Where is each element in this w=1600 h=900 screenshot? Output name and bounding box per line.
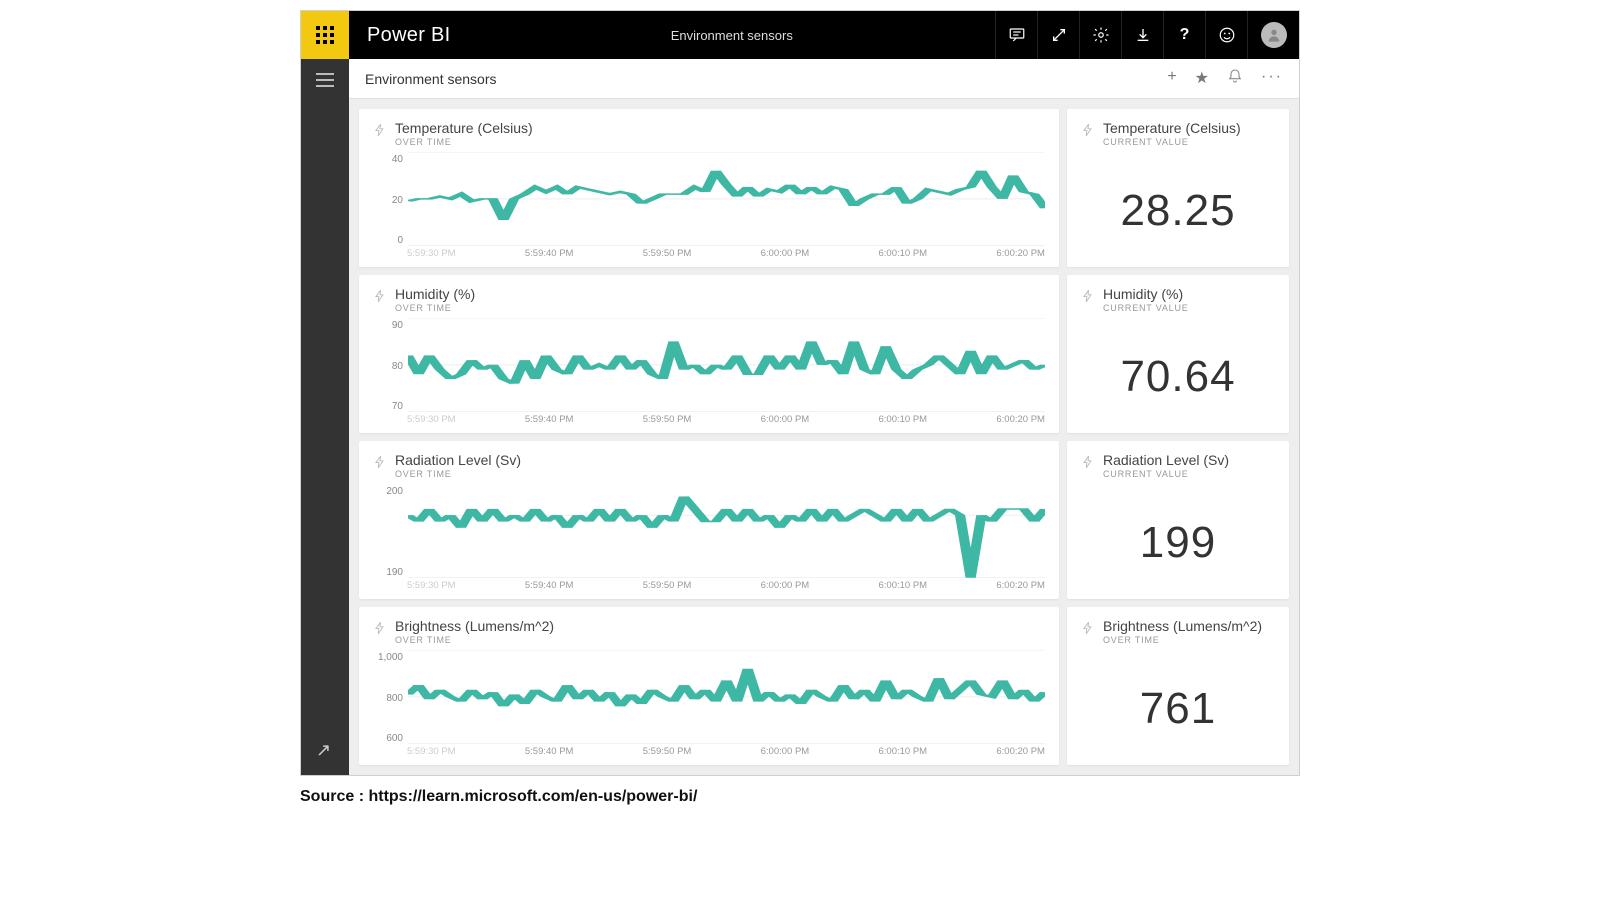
streaming-icon	[373, 621, 387, 638]
tile-title: Temperature (Celsius)	[395, 121, 533, 136]
feedback-button[interactable]	[1205, 11, 1247, 59]
y-axis: 40200	[373, 152, 407, 246]
account-button[interactable]	[1247, 11, 1299, 59]
tile-subtitle: CURRENT VALUE	[1103, 304, 1189, 314]
subscribe-button[interactable]	[1227, 68, 1243, 89]
more-options-button[interactable]: ···	[1261, 68, 1283, 89]
tile-title: Radiation Level (Sv)	[1103, 453, 1229, 468]
radiation-kpi-tile[interactable]: Radiation Level (Sv) CURRENT VALUE 199	[1067, 441, 1289, 599]
document-title: Environment sensors	[469, 11, 995, 59]
plot-area	[407, 318, 1045, 412]
fullscreen-button[interactable]	[1037, 11, 1079, 59]
x-axis: 5:59:30 PM5:59:40 PM5:59:50 PM6:00:00 PM…	[373, 414, 1045, 425]
breadcrumb-bar: Environment sensors + ★ ···	[349, 59, 1299, 99]
radiation-chart-tile[interactable]: Radiation Level (Sv) OVER TIME 200190 5:…	[359, 441, 1059, 599]
tile-subtitle: CURRENT VALUE	[1103, 470, 1229, 480]
tile-subtitle: OVER TIME	[395, 636, 554, 646]
brightness-chart-tile[interactable]: Brightness (Lumens/m^2) OVER TIME 1,0008…	[359, 607, 1059, 765]
share-button[interactable]: ↗	[316, 740, 334, 761]
y-axis: 908070	[373, 318, 407, 412]
x-axis: 5:59:30 PM5:59:40 PM5:59:50 PM6:00:00 PM…	[373, 746, 1045, 757]
streaming-icon	[1081, 123, 1095, 140]
dashboard-row: Radiation Level (Sv) OVER TIME 200190 5:…	[359, 441, 1289, 599]
plot-area	[407, 650, 1045, 744]
tile-title: Brightness (Lumens/m^2)	[395, 619, 554, 634]
streaming-icon	[1081, 289, 1095, 306]
dashboard-row: Temperature (Celsius) OVER TIME 40200 5:…	[359, 109, 1289, 267]
temperature-kpi-tile[interactable]: Temperature (Celsius) CURRENT VALUE 28.2…	[1067, 109, 1289, 267]
comments-button[interactable]	[995, 11, 1037, 59]
streaming-icon	[1081, 621, 1095, 638]
add-tile-button[interactable]: +	[1167, 68, 1176, 89]
x-axis: 5:59:30 PM5:59:40 PM5:59:50 PM6:00:00 PM…	[373, 580, 1045, 591]
streaming-icon	[373, 455, 387, 472]
dashboard-grid: Temperature (Celsius) OVER TIME 40200 5:…	[349, 99, 1299, 775]
app-window: Power BI Environment sensors ?	[300, 10, 1300, 776]
breadcrumb-actions: + ★ ···	[1167, 68, 1283, 89]
favorite-button[interactable]: ★	[1195, 68, 1209, 89]
breadcrumb-title: Environment sensors	[365, 71, 497, 87]
tile-subtitle: OVER TIME	[395, 304, 475, 314]
tile-subtitle: OVER TIME	[395, 470, 521, 480]
nav-toggle-button[interactable]	[316, 73, 334, 87]
app-launcher-button[interactable]	[301, 11, 349, 59]
waffle-icon	[316, 26, 334, 44]
kpi-value: 199	[1140, 518, 1216, 568]
topbar-actions: ?	[995, 11, 1299, 59]
tile-subtitle: CURRENT VALUE	[1103, 138, 1241, 148]
plot-area	[407, 152, 1045, 246]
humidity-chart-tile[interactable]: Humidity (%) OVER TIME 908070 5:59:30 PM…	[359, 275, 1059, 433]
tile-title: Brightness (Lumens/m^2)	[1103, 619, 1262, 634]
streaming-icon	[373, 289, 387, 306]
help-button[interactable]: ?	[1163, 11, 1205, 59]
download-button[interactable]	[1121, 11, 1163, 59]
tile-title: Humidity (%)	[1103, 287, 1189, 302]
plot-area	[407, 484, 1045, 578]
kpi-value: 28.25	[1120, 186, 1235, 236]
tile-title: Temperature (Celsius)	[1103, 121, 1241, 136]
tile-title: Radiation Level (Sv)	[395, 453, 521, 468]
left-nav-rail: ↗	[301, 59, 349, 775]
x-axis: 5:59:30 PM5:59:40 PM5:59:50 PM6:00:00 PM…	[373, 248, 1045, 259]
content-area: Environment sensors + ★ ··· Temperature …	[349, 59, 1299, 775]
temperature-chart-tile[interactable]: Temperature (Celsius) OVER TIME 40200 5:…	[359, 109, 1059, 267]
body: ↗ Environment sensors + ★ ···	[301, 59, 1299, 775]
y-axis: 1,000800600	[373, 650, 407, 744]
settings-button[interactable]	[1079, 11, 1121, 59]
brightness-kpi-tile[interactable]: Brightness (Lumens/m^2) OVER TIME 761	[1067, 607, 1289, 765]
tile-subtitle: OVER TIME	[1103, 636, 1262, 646]
dashboard-row: Humidity (%) OVER TIME 908070 5:59:30 PM…	[359, 275, 1289, 433]
tile-subtitle: OVER TIME	[395, 138, 533, 148]
streaming-icon	[373, 123, 387, 140]
topbar: Power BI Environment sensors ?	[301, 11, 1299, 59]
source-attribution: Source : https://learn.microsoft.com/en-…	[300, 788, 1300, 806]
streaming-icon	[1081, 455, 1095, 472]
kpi-value: 70.64	[1120, 352, 1235, 402]
brand-title: Power BI	[349, 11, 469, 59]
dashboard-row: Brightness (Lumens/m^2) OVER TIME 1,0008…	[359, 607, 1289, 765]
kpi-value: 761	[1140, 684, 1216, 734]
y-axis: 200190	[373, 484, 407, 578]
source-link[interactable]: https://learn.microsoft.com/en-us/power-…	[368, 788, 697, 805]
humidity-kpi-tile[interactable]: Humidity (%) CURRENT VALUE 70.64	[1067, 275, 1289, 433]
tile-title: Humidity (%)	[395, 287, 475, 302]
avatar-icon	[1261, 22, 1287, 48]
